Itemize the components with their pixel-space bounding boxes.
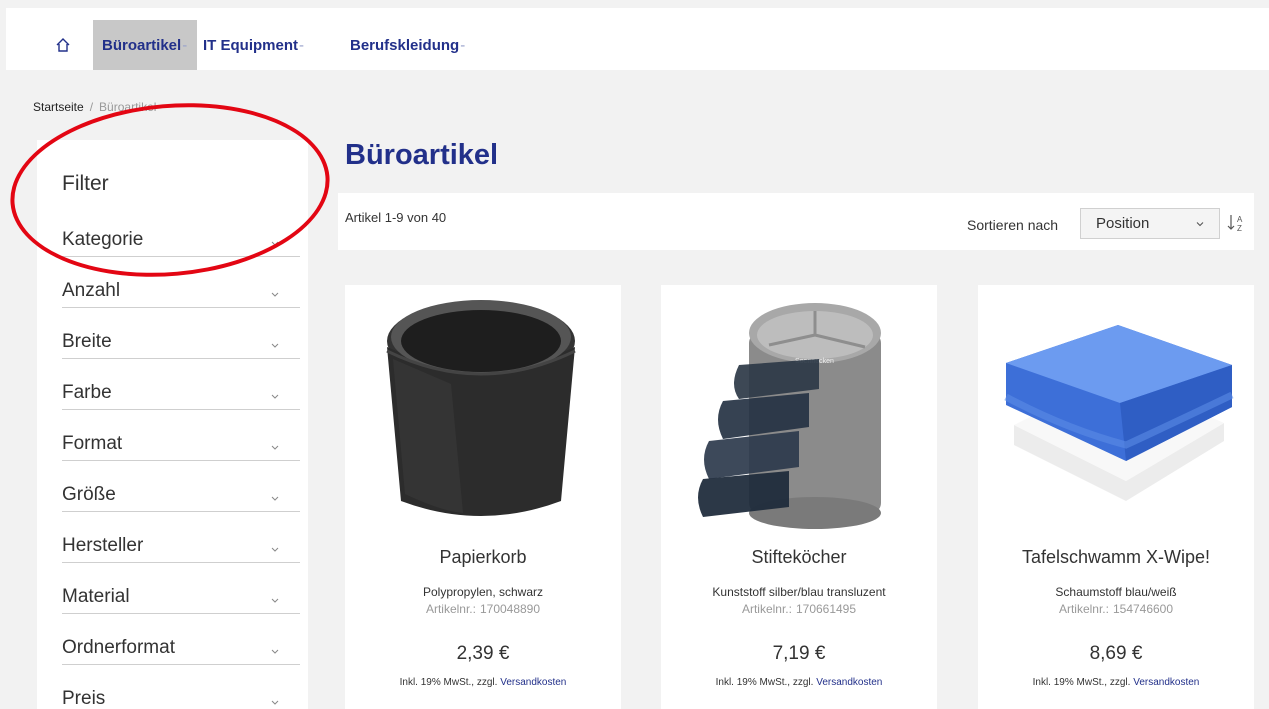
filter-title: Filter xyxy=(62,172,109,195)
filter-item-label: Breite xyxy=(62,331,112,352)
filter-item-label: Format xyxy=(62,433,123,454)
product-sku: Artikelnr.: 170048890 xyxy=(345,602,621,616)
chevron-down-icon xyxy=(271,445,279,450)
product-description: Schaumstoff blau/weiß xyxy=(1055,585,1177,599)
breadcrumb-home-link[interactable]: Startseite xyxy=(33,100,84,114)
sku-label: Artikelnr.: xyxy=(741,602,792,616)
product-image-sponge[interactable] xyxy=(986,289,1246,529)
chevron-down-icon xyxy=(271,649,279,654)
nav-dash: - xyxy=(460,36,466,54)
nav-item-label: Berufskleidung xyxy=(350,36,460,54)
tax-text: Inkl. 19% MwSt., zzgl. xyxy=(1032,677,1131,688)
filter-item-material[interactable]: Material xyxy=(62,563,300,614)
filter-item-preis[interactable]: Preis xyxy=(62,665,300,709)
breadcrumb-current: Büroartikel xyxy=(99,100,157,114)
shipping-link[interactable]: Versandkosten xyxy=(1133,677,1199,688)
filter-item-label: Anzahl xyxy=(62,280,121,301)
nav-item-label: IT Equipment xyxy=(203,36,298,54)
product-count: Artikel 1-9 von 40 xyxy=(345,210,447,225)
chevron-down-icon xyxy=(271,700,279,705)
filter-item-breite[interactable]: Breite xyxy=(62,308,300,359)
chevron-down-icon xyxy=(271,598,279,603)
product-tax-note: Inkl. 19% MwSt., zzgl. Versandkosten xyxy=(345,677,621,688)
chevron-down-icon xyxy=(271,496,279,501)
tax-text: Inkl. 19% MwSt., zzgl. xyxy=(715,677,814,688)
product-name[interactable]: Stifteköcher xyxy=(661,547,937,568)
shipping-link[interactable]: Versandkosten xyxy=(500,677,566,688)
nav-item-label: Büroartikel xyxy=(102,36,182,54)
sku-number: 154746600 xyxy=(1112,602,1174,616)
svg-text:Z: Z xyxy=(1237,224,1242,233)
chevron-down-icon xyxy=(1196,222,1204,227)
filter-item-label: Farbe xyxy=(62,382,112,403)
product-sku: Artikelnr.: 154746600 xyxy=(978,602,1254,616)
nav-item-bueroartikel[interactable]: Büroartikel - xyxy=(93,20,198,70)
filter-item-label: Ordnerformat xyxy=(62,637,175,658)
breadcrumb-separator: / xyxy=(89,100,94,114)
product-price: 7,19 € xyxy=(772,643,826,664)
product-image-wastebasket[interactable] xyxy=(353,289,613,529)
filter-item-label: Größe xyxy=(62,484,116,505)
filter-item-kategorie[interactable]: Kategorie xyxy=(62,206,300,257)
filter-item-label: Hersteller xyxy=(62,535,144,556)
sort-select[interactable]: Position xyxy=(1080,208,1220,239)
filter-item-ordnerformat[interactable]: Ordnerformat xyxy=(62,614,300,665)
chevron-down-icon xyxy=(271,547,279,552)
product-tax-note: Inkl. 19% MwSt., zzgl. Versandkosten xyxy=(978,677,1254,688)
nav-item-it-equipment[interactable]: IT Equipment - xyxy=(198,20,308,70)
product-name[interactable]: Tafelschwamm X-Wipe! xyxy=(978,547,1254,568)
product-card[interactable]: Tafelschwamm X-Wipe! Schaumstoff blau/we… xyxy=(978,285,1254,709)
filter-item-anzahl[interactable]: Anzahl xyxy=(62,257,300,308)
filter-item-hersteller[interactable]: Hersteller xyxy=(62,512,300,563)
filter-item-label: Material xyxy=(62,586,130,607)
product-card[interactable]: Soennecken Stifteköcher Kunststoff silbe… xyxy=(661,285,937,709)
sort-ascending-icon[interactable]: A Z xyxy=(1226,212,1248,234)
filter-item-format[interactable]: Format xyxy=(62,410,300,461)
filter-item-farbe[interactable]: Farbe xyxy=(62,359,300,410)
tax-text: Inkl. 19% MwSt., zzgl. xyxy=(399,677,498,688)
filter-item-groesse[interactable]: Größe xyxy=(62,461,300,512)
chevron-down-icon xyxy=(271,343,279,348)
filter-panel: Filter Kategorie Anzahl Breite Farbe For… xyxy=(37,140,308,709)
shipping-link[interactable]: Versandkosten xyxy=(816,677,882,688)
sort-label: Sortieren nach xyxy=(967,217,1059,233)
svg-text:A: A xyxy=(1237,215,1243,224)
product-image-pen-holder[interactable]: Soennecken xyxy=(669,289,929,529)
breadcrumb: Startseite / Büroartikel xyxy=(33,100,156,114)
page-title: Büroartikel xyxy=(345,139,499,171)
product-card[interactable]: Papierkorb Polypropylen, schwarz Artikel… xyxy=(345,285,621,709)
nav-item-berufskleidung[interactable]: Berufskleidung - xyxy=(346,20,469,70)
chevron-down-icon xyxy=(271,394,279,399)
sku-label: Artikelnr.: xyxy=(425,602,476,616)
home-icon[interactable] xyxy=(46,28,80,62)
sku-number: 170661495 xyxy=(795,602,857,616)
sku-number: 170048890 xyxy=(479,602,541,616)
nav-dash: - xyxy=(182,36,188,54)
product-name[interactable]: Papierkorb xyxy=(345,547,621,568)
product-toolbar: Artikel 1-9 von 40 Sortieren nach Positi… xyxy=(338,193,1254,250)
sku-label: Artikelnr.: xyxy=(1058,602,1109,616)
sort-select-value: Position xyxy=(1096,215,1150,232)
chevron-down-icon xyxy=(271,292,279,297)
product-price: 2,39 € xyxy=(456,643,510,664)
product-price: 8,69 € xyxy=(1089,643,1143,664)
product-sku: Artikelnr.: 170661495 xyxy=(661,602,937,616)
product-description: Polypropylen, schwarz xyxy=(422,585,544,599)
nav-dash: - xyxy=(299,36,304,54)
chevron-down-icon xyxy=(271,241,279,246)
filter-item-label: Kategorie xyxy=(62,229,144,250)
top-navigation: Büroartikel - IT Equipment - Berufskleidun… xyxy=(6,8,1269,70)
product-description: Kunststoff silber/blau transluzent xyxy=(712,585,886,599)
filter-item-label: Preis xyxy=(62,688,106,709)
product-tax-note: Inkl. 19% MwSt., zzgl. Versandkosten xyxy=(661,677,937,688)
